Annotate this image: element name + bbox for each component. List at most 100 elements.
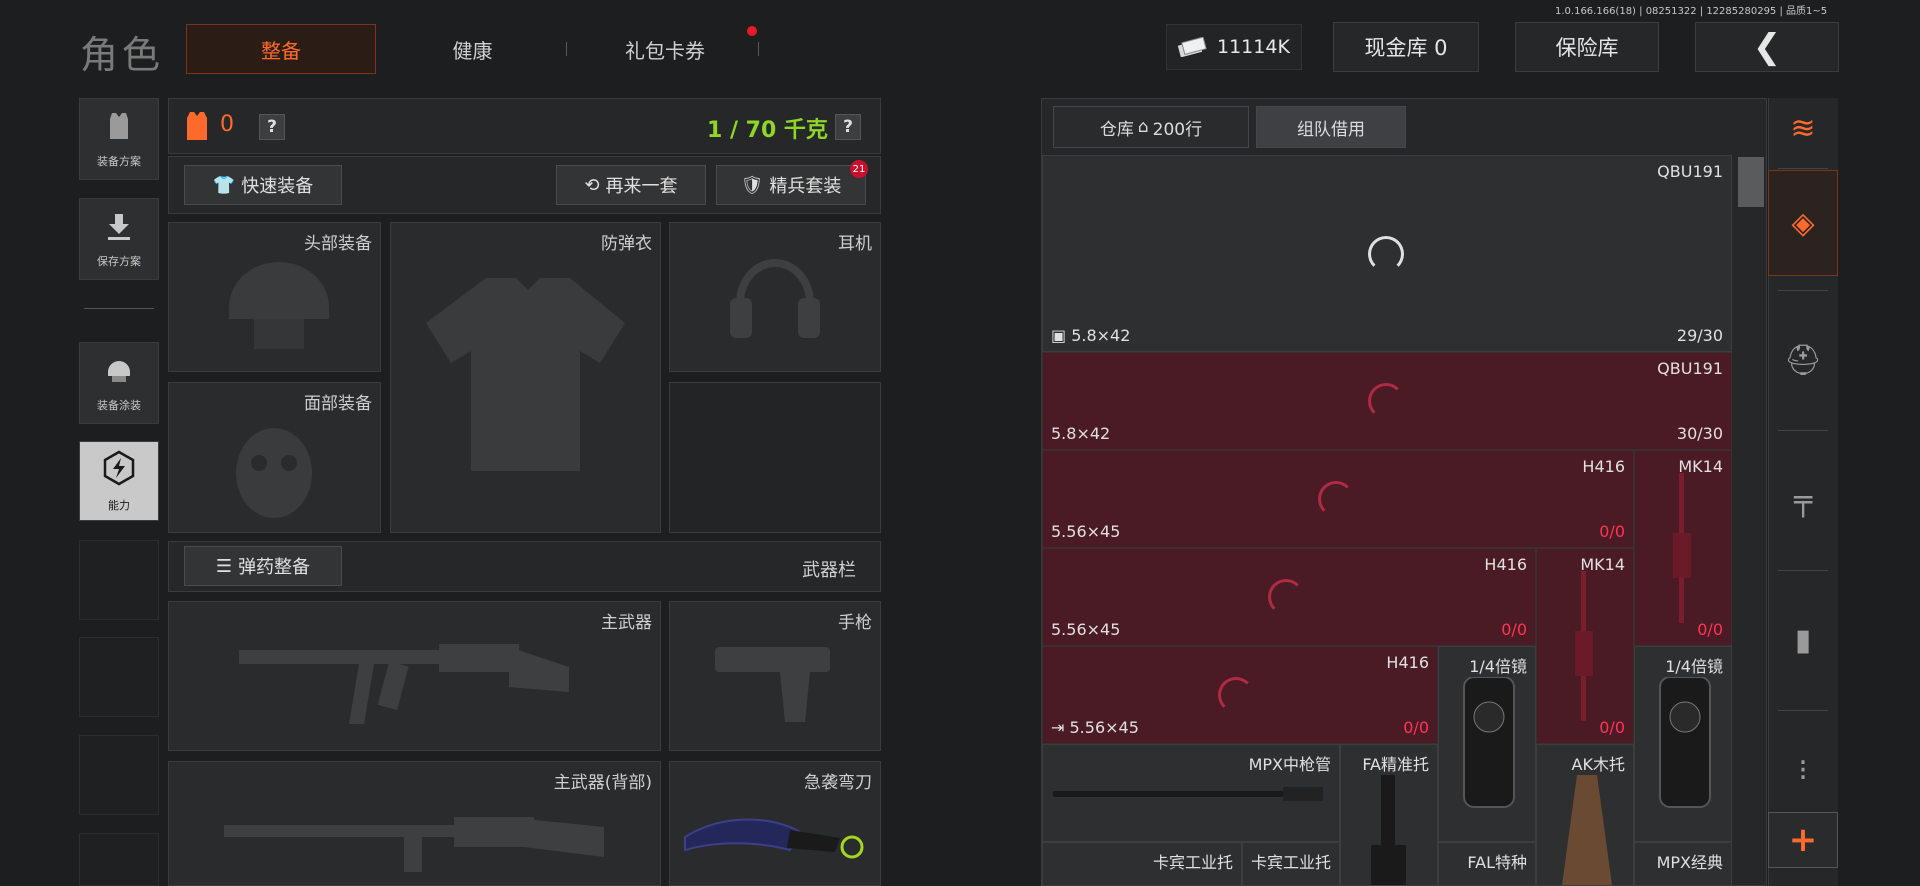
storage-item[interactable]: FA精准托: [1340, 744, 1438, 886]
armor-help-button[interactable]: ?: [259, 114, 285, 140]
page-title: 角色: [80, 33, 165, 77]
sidebar-empty-slot: [79, 735, 159, 815]
mask-silhouette: [236, 428, 312, 518]
ammo-prep-button[interactable]: ☰ 弹药整备: [184, 546, 342, 586]
storage-item[interactable]: 1/4倍镜: [1438, 646, 1536, 842]
tab-gift-coupons[interactable]: 礼包卡券: [585, 24, 745, 74]
head-slot[interactable]: 头部装备: [168, 222, 381, 372]
slot-label: 防弹衣: [601, 234, 652, 254]
tab-divider: [758, 42, 759, 56]
safe-button[interactable]: 保险库: [1515, 22, 1659, 72]
elite-set-button[interactable]: 🛡 精兵套装: [716, 165, 866, 205]
primary-weapon-slot[interactable]: 主武器: [168, 601, 661, 751]
back-weapon-slot[interactable]: 主武器(背部): [168, 761, 661, 886]
item-name: H416: [1582, 457, 1625, 476]
shirt-icon: 👕: [212, 174, 236, 196]
filter-bullet[interactable]: ⁝: [1768, 730, 1838, 810]
sidebar-ability[interactable]: 能力: [79, 441, 159, 521]
filter-divider: [1778, 710, 1828, 711]
storage-item[interactable]: H416 5.56×45 0/0: [1042, 450, 1634, 548]
durability-max: /0: [1511, 620, 1527, 639]
item-name: 1/4倍镜: [1469, 657, 1527, 676]
currency-value: 11114K: [1217, 36, 1290, 58]
item-name: FAL特种: [1467, 853, 1527, 872]
cash-vault-button[interactable]: 现金库 0: [1333, 22, 1479, 72]
add-filter-button[interactable]: +: [1768, 812, 1838, 868]
tab-health[interactable]: 健康: [400, 24, 545, 74]
mk14-image: [1673, 473, 1691, 623]
storage-item[interactable]: QBU191 5.8×42 30/30: [1042, 352, 1732, 450]
storage-item[interactable]: MPX中枪管: [1042, 744, 1340, 842]
currency-display: 11114K: [1166, 24, 1302, 70]
durability-max: /0: [1413, 718, 1429, 737]
item-caliber: 5.56×45: [1051, 620, 1121, 639]
headset-slot[interactable]: 耳机: [669, 222, 881, 372]
filter-layers[interactable]: ◈: [1768, 170, 1838, 276]
sidebar-loadout-plan[interactable]: 装备方案: [79, 98, 159, 180]
pistol-slot[interactable]: 手枪: [669, 601, 881, 751]
elite-label: 精兵套装: [769, 176, 842, 197]
helmet-silhouette: [229, 262, 329, 349]
storage-item[interactable]: MK14 0/0: [1634, 450, 1732, 646]
sidebar-skin[interactable]: 装备涂装: [79, 342, 159, 424]
empty-gear-slot[interactable]: [669, 382, 881, 533]
sidebar-empty-slot: [79, 637, 159, 717]
tab-warehouse[interactable]: 仓库 ⌂ 200行: [1053, 106, 1249, 148]
filter-rifle[interactable]: ╤: [1768, 450, 1838, 550]
tab-equip[interactable]: 整备: [186, 24, 376, 74]
slot-label: 主武器: [601, 613, 652, 633]
slot-label: 急袭弯刀: [804, 773, 872, 793]
rifle-silhouette: [239, 644, 569, 724]
durability-max: /0: [1707, 620, 1723, 639]
item-durability: 29/30: [1676, 326, 1723, 345]
bullet-icon: ⁝: [1798, 752, 1808, 788]
storage-item[interactable]: QBU191 ▣ 5.8×42 29/30: [1042, 155, 1732, 352]
storage-item[interactable]: MK14 0/0: [1536, 548, 1634, 744]
sidebar-label: 装备方案: [97, 154, 141, 168]
face-slot[interactable]: 面部装备: [168, 382, 381, 533]
again-button[interactable]: ⟲ 再来一套: [556, 165, 706, 205]
item-name: H416: [1386, 653, 1429, 672]
filter-magazine[interactable]: ▮: [1768, 590, 1838, 690]
filter-all[interactable]: ≋: [1768, 98, 1838, 158]
lightning-icon: [101, 450, 137, 493]
home-icon: ⌂: [1137, 117, 1149, 137]
storage-item[interactable]: 卡宾工业托: [1042, 842, 1242, 886]
vest-icon: [103, 110, 135, 149]
scope-image: [1659, 677, 1711, 808]
filter-helmet[interactable]: ⛑: [1768, 310, 1838, 410]
storage-item[interactable]: MPX经典: [1634, 842, 1732, 886]
item-caliber: ⇥ 5.56×45: [1051, 718, 1139, 737]
quick-equip-label: 快速装备: [241, 176, 314, 197]
loading-spinner: [1318, 481, 1354, 517]
stock-image: [1371, 775, 1406, 885]
storage-scrollbar[interactable]: [1738, 157, 1764, 207]
sidebar-label: 保存方案: [97, 254, 141, 268]
item-name: MPX经典: [1656, 853, 1723, 872]
storage-item[interactable]: H416 5.56×45 0/0: [1042, 548, 1536, 646]
quick-equip-button[interactable]: 👕 快速装备: [184, 165, 342, 205]
sidebar-save-plan[interactable]: 保存方案: [79, 198, 159, 280]
plus-icon: +: [1788, 820, 1818, 860]
storage-item[interactable]: AK木托: [1536, 744, 1634, 886]
storage-item[interactable]: 卡宾工业托: [1242, 842, 1340, 886]
melee-slot[interactable]: 急袭弯刀: [669, 761, 881, 886]
weight-help-button[interactable]: ?: [835, 114, 861, 140]
mk14-image: [1575, 571, 1593, 721]
weapon-bar-label: 武器栏: [802, 560, 856, 581]
tab-team-borrow[interactable]: 组队借用: [1256, 106, 1406, 148]
wood-stock-image: [1562, 775, 1612, 885]
loading-spinner: [1368, 383, 1404, 419]
scope-image: [1463, 677, 1515, 808]
storage-item[interactable]: H416 ⇥ 5.56×45 0/0: [1042, 646, 1438, 744]
item-name: H416: [1484, 555, 1527, 574]
armor-slot[interactable]: 防弹衣: [390, 222, 661, 533]
sidebar-empty-slot: [79, 540, 159, 620]
item-name: 卡宾工业托: [1250, 853, 1331, 872]
back-button[interactable]: ❮: [1695, 22, 1839, 72]
magazine-icon: ▮: [1794, 622, 1812, 658]
notification-dot: [747, 26, 757, 36]
slot-label: 主武器(背部): [553, 773, 652, 793]
storage-item[interactable]: 1/4倍镜: [1634, 646, 1732, 842]
storage-item[interactable]: FAL特种: [1438, 842, 1536, 886]
